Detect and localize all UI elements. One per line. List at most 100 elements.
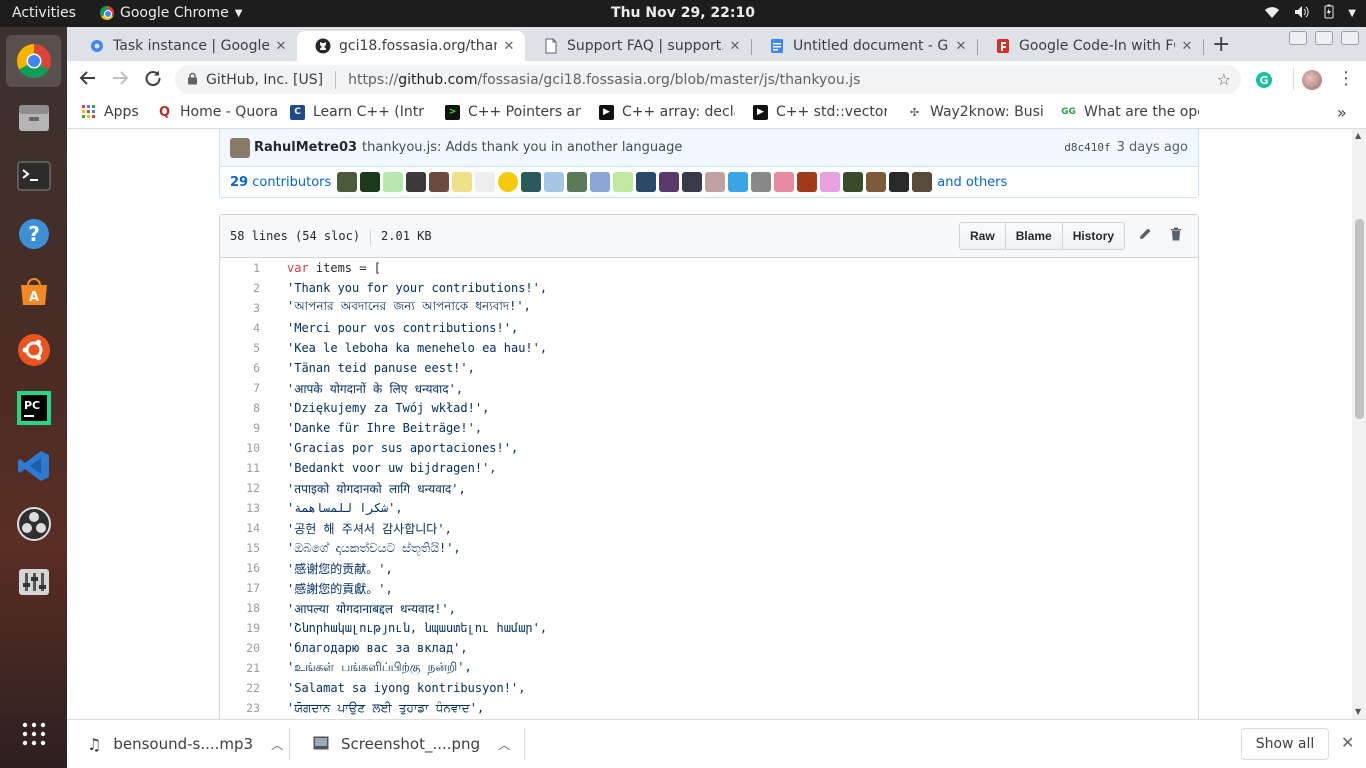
close-icon[interactable]: ✕ (1341, 733, 1354, 752)
and-others-link[interactable]: and others (937, 175, 1007, 190)
contributor-avatar[interactable] (820, 172, 841, 192)
dock-obs[interactable] (13, 503, 55, 545)
dock-ubuntu[interactable] (13, 329, 55, 371)
raw-button[interactable]: Raw (959, 222, 1006, 250)
line-number[interactable]: 5 (220, 341, 260, 355)
line-number[interactable]: 14 (220, 521, 260, 535)
avatar[interactable] (1302, 70, 1322, 90)
bookmark-learncpp[interactable]: C Learn C++ (Intro (290, 104, 424, 120)
close-icon[interactable]: ✕ (727, 39, 743, 54)
contributor-avatar[interactable] (728, 172, 749, 192)
line-number[interactable]: 17 (220, 581, 260, 595)
contributor-avatar[interactable] (866, 172, 887, 192)
dock-mixer[interactable] (13, 561, 55, 603)
contributor-avatar[interactable] (889, 172, 910, 192)
download-item[interactable]: ♫ bensound-s....mp3 ︿ (87, 720, 283, 768)
line-number[interactable]: 10 (220, 441, 260, 455)
contributor-avatar[interactable] (567, 172, 588, 192)
scroll-down-icon[interactable]: ▼ (1355, 707, 1361, 716)
blame-button[interactable]: Blame (1004, 222, 1063, 250)
line-number[interactable]: 7 (220, 381, 260, 395)
new-tab-button[interactable]: + (1212, 32, 1230, 57)
system-tray[interactable]: ▼ (1264, 4, 1356, 23)
commit-sha[interactable]: d8c410f (1064, 141, 1110, 154)
dock-help[interactable]: ? (13, 213, 55, 255)
line-number[interactable]: 9 (220, 421, 260, 435)
commit-message[interactable]: thankyou.js: Adds thank you in another l… (362, 140, 682, 155)
scrollbar-thumb[interactable] (1355, 219, 1364, 419)
bookmark-cpp-pointers[interactable]: > C++ Pointers and (445, 104, 581, 120)
site-identity[interactable]: GitHub, Inc. [US] (206, 72, 323, 88)
contributors-link[interactable]: 29 contributors (230, 175, 331, 190)
clock[interactable]: Thu Nov 29, 22:10 (0, 5, 1366, 21)
line-number[interactable]: 2 (220, 281, 260, 295)
bookmarks-overflow-icon[interactable]: » (1337, 103, 1347, 122)
contributor-avatar[interactable] (521, 172, 542, 192)
line-number[interactable]: 6 (220, 361, 260, 375)
bookmark-star-icon[interactable]: ☆ (1217, 70, 1231, 89)
line-number[interactable]: 3 (220, 301, 260, 315)
close-icon[interactable]: ✕ (501, 39, 517, 54)
bookmark-way2know[interactable]: ✣ Way2know: Busi (907, 104, 1043, 120)
show-all-downloads-button[interactable]: Show all (1241, 728, 1329, 760)
window-close-button[interactable] (1341, 31, 1359, 45)
contributor-avatar[interactable] (797, 172, 818, 192)
forward-icon[interactable] (111, 69, 129, 92)
reload-icon[interactable] (144, 69, 162, 92)
tab-google-doc[interactable]: Untitled document - Go ✕ (751, 31, 977, 61)
contributor-avatar[interactable] (613, 172, 634, 192)
tab-task-instance[interactable]: Task instance | Google C ✕ (71, 31, 297, 61)
line-number[interactable]: 21 (220, 661, 260, 675)
edit-pencil-icon[interactable] (1138, 227, 1152, 245)
bookmark-apps[interactable]: Apps (81, 104, 139, 120)
contributor-avatar[interactable] (383, 172, 404, 192)
bookmark-what-are[interactable]: GG What are the ope (1061, 104, 1199, 120)
line-number[interactable]: 23 (220, 701, 260, 715)
download-item[interactable]: Screenshot_....png ︿ (313, 720, 510, 768)
dock-terminal[interactable] (13, 155, 55, 197)
chevron-up-icon[interactable]: ︿ (271, 736, 283, 753)
bookmark-cpp-vector[interactable]: ▶ C++ std::vector : (753, 104, 887, 120)
line-number[interactable]: 4 (220, 321, 260, 335)
contributor-avatar[interactable] (406, 172, 427, 192)
line-number[interactable]: 22 (220, 681, 260, 695)
line-number[interactable]: 19 (220, 621, 260, 635)
line-number[interactable]: 18 (220, 601, 260, 615)
contributor-avatar[interactable] (429, 172, 450, 192)
tab-code-in[interactable]: Google Code-In with FO ✕ (977, 31, 1203, 61)
contributor-avatar[interactable] (498, 172, 519, 192)
grammarly-icon[interactable]: G (1255, 71, 1273, 93)
bookmark-cpp-array[interactable]: ▶ C++ array: declar (599, 104, 735, 120)
contributor-avatar[interactable] (774, 172, 795, 192)
line-number[interactable]: 8 (220, 401, 260, 415)
close-icon[interactable]: ✕ (273, 39, 289, 54)
contributor-avatar[interactable] (544, 172, 565, 192)
menu-dots-icon[interactable]: ⋮ (1337, 68, 1355, 89)
avatar[interactable] (230, 137, 250, 158)
line-number[interactable]: 12 (220, 481, 260, 495)
line-number[interactable]: 11 (220, 461, 260, 475)
contributor-avatar[interactable] (751, 172, 772, 192)
dock-show-apps[interactable] (13, 713, 55, 755)
contributor-avatar[interactable] (452, 172, 473, 192)
scroll-up-icon[interactable]: ▲ (1355, 131, 1361, 140)
commit-author[interactable]: RahulMetre03 (254, 140, 357, 155)
dock-software[interactable]: A (13, 271, 55, 313)
line-number[interactable]: 20 (220, 641, 260, 655)
tab-github-file[interactable]: gci18.fossasia.org/than ✕ (297, 31, 525, 61)
dock-files[interactable] (13, 97, 55, 139)
close-icon[interactable]: ✕ (1179, 39, 1195, 54)
contributor-avatar[interactable] (636, 172, 657, 192)
page-scrollbar[interactable]: ▲ ▼ (1352, 129, 1366, 719)
history-button[interactable]: History (1061, 222, 1126, 250)
contributor-avatar[interactable] (360, 172, 381, 192)
line-number[interactable]: 16 (220, 561, 260, 575)
contributor-avatar[interactable] (337, 172, 358, 192)
minimize-button[interactable] (1289, 31, 1307, 45)
bookmark-quora[interactable]: Q Home - Quora (157, 104, 278, 120)
dock-pycharm[interactable]: PC (13, 387, 55, 429)
contributor-avatar[interactable] (912, 172, 933, 192)
line-number[interactable]: 13 (220, 501, 260, 515)
back-icon[interactable] (79, 69, 97, 92)
contributor-avatar[interactable] (590, 172, 611, 192)
